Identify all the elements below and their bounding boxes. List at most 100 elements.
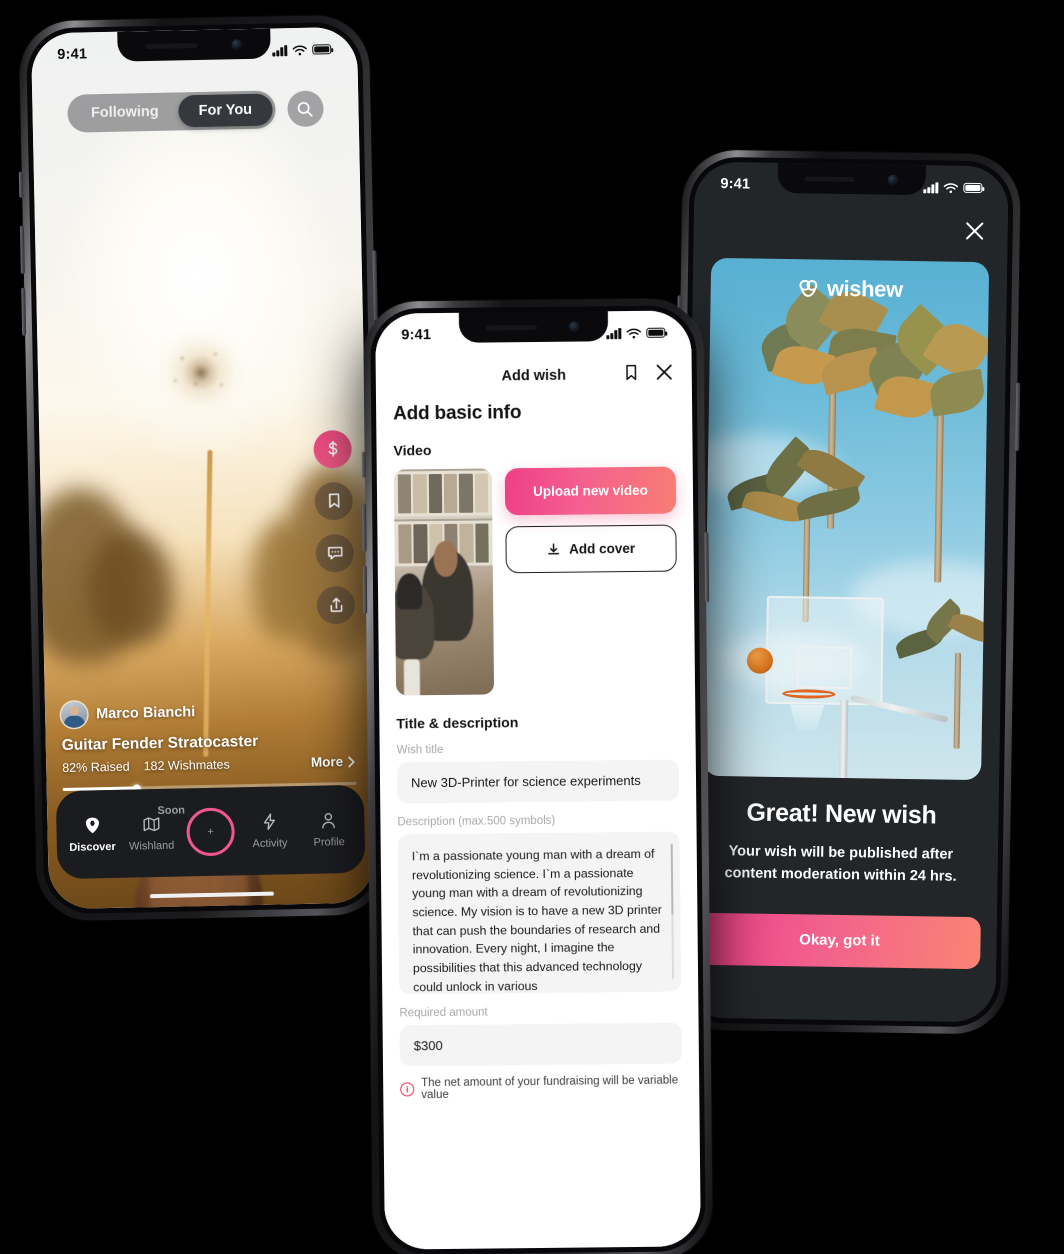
phone-screen-feed: 9:41 Following For You Marco Bianchi Gui… [30,26,376,910]
phone-screen-add-wish: 9:41 Add wish Add basic info Video Uploa… [375,310,701,1250]
wifi-icon [626,328,641,338]
plus-icon: + [207,825,214,838]
cellular-bars-icon [923,181,939,193]
bookmark-button[interactable] [314,481,354,521]
phone-mockup-success: 9:41 wishew Great! New wish Your wish wi… [669,149,1021,1035]
mute-switch[interactable] [361,451,366,478]
nav-activity[interactable]: Activity [241,811,298,850]
status-time: 9:41 [57,46,88,63]
share-icon [329,598,342,613]
phone-screen-success: 9:41 wishew Great! New wish Your wish wi… [681,161,1009,1023]
palm-tree [862,303,990,583]
dollar-icon [328,441,337,458]
nav-add-wish[interactable]: + [182,807,239,857]
okay-got-it-button[interactable]: Okay, got it [698,912,981,969]
basketball-backboard [765,595,884,707]
map-icon [143,817,160,832]
person-head [433,541,458,578]
post-title: Guitar Fender Stratocaster [61,732,259,755]
video-thumbnail[interactable] [393,468,495,696]
description-textarea[interactable]: I`m a passionate young man with a dream … [397,831,682,995]
soon-badge: Soon [157,804,186,818]
volume-down-button[interactable] [362,565,368,614]
download-icon [548,542,560,554]
bottom-navigation: Discover Soon Wishland + Activity Profil… [55,784,366,880]
wish-title-input[interactable]: New 3D-Printer for science experiments [396,759,680,804]
basketball [746,646,773,674]
wifi-icon [943,182,959,193]
close-button[interactable] [963,220,985,247]
nav-discover[interactable]: Discover [64,815,121,854]
chevron-right-icon [348,756,355,767]
power-button[interactable] [704,532,710,603]
status-bar: 9:41 [694,162,1009,211]
donate-button[interactable] [313,429,353,469]
bookmark-icon [626,364,637,381]
volume-up-button[interactable] [362,503,367,552]
avatar [60,701,88,729]
required-amount-input[interactable]: $300 [399,1022,682,1067]
cup [403,659,420,696]
textarea-scrollbar[interactable] [670,843,675,980]
feed-tabs: Following For You [32,89,359,134]
upload-new-video-button[interactable]: Upload new video [504,466,677,516]
bookmark-button[interactable] [622,363,641,387]
fundraising-note: i The net amount of your fundraising wil… [400,1075,682,1102]
power-button[interactable] [372,250,378,321]
description-label: Description (max.500 symbols) [397,814,556,829]
wishmates-count: 182 Wishmates [143,757,230,773]
close-button[interactable] [655,363,674,387]
video-section: Upload new video Add cover [393,466,678,696]
battery-icon [963,182,983,194]
form-section-heading: Title & description [396,714,519,732]
more-button[interactable]: More [311,754,357,770]
wishew-logo-icon [799,279,818,297]
basketball-net [790,705,824,732]
action-rail [313,429,356,625]
bookmark-icon [328,493,340,509]
comment-button[interactable] [315,533,355,573]
tab-following[interactable]: Following [71,95,179,129]
close-icon [656,364,672,380]
tab-for-you[interactable]: For You [178,93,273,128]
cellular-bars-icon [606,327,622,339]
comment-icon [327,547,343,560]
nav-wishland[interactable]: Soon Wishland [123,804,185,853]
post-stats: 82% Raised 182 Wishmates More [62,754,356,775]
cellular-bars-icon [272,44,288,56]
wifi-icon [292,45,307,55]
share-button[interactable] [316,585,356,625]
mockup-stage: 9:41 Following For You Marco Bianchi Gui… [0,0,1064,1254]
phone-mockup-feed: 9:41 Following For You Marco Bianchi Gui… [18,14,388,922]
phone-mockup-add-wish: 9:41 Add wish Add basic info Video Uploa… [361,298,714,1254]
feed-view: 9:41 Following For You Marco Bianchi Gui… [30,26,376,910]
status-time: 9:41 [720,175,751,193]
mute-switch[interactable] [18,171,24,198]
required-amount-label: Required amount [399,1006,488,1020]
feed-segmented-control[interactable]: Following For You [67,90,276,133]
status-bar: 9:41 [375,310,691,357]
hoop-pole [839,700,849,779]
add-cover-button[interactable]: Add cover [505,524,677,574]
add-wish-fab[interactable]: + [186,807,236,857]
person-icon [322,813,336,829]
video-section-label: Video [393,442,432,459]
person-head [396,573,423,610]
battery-icon [312,44,332,55]
nav-profile[interactable]: Profile [301,810,358,849]
dandelion-head [154,326,248,420]
info-icon: i [400,1082,415,1097]
screen-header: Add wish [376,354,692,397]
post-info: Marco Bianchi Guitar Fender Stratocaster… [45,696,373,793]
palm-tree [893,597,990,750]
post-author[interactable]: Marco Bianchi [60,696,355,729]
search-button[interactable] [286,90,324,128]
brand-name: wishew [826,275,903,302]
discover-icon [85,817,99,834]
power-button[interactable] [1015,382,1021,451]
search-icon [297,101,313,117]
wish-cover-image: wishew [703,257,990,781]
brand-logo: wishew [797,275,903,303]
raised-percent: 82% Raised [62,759,130,775]
add-wish-screen: 9:41 Add wish Add basic info Video Uploa… [375,310,701,1250]
